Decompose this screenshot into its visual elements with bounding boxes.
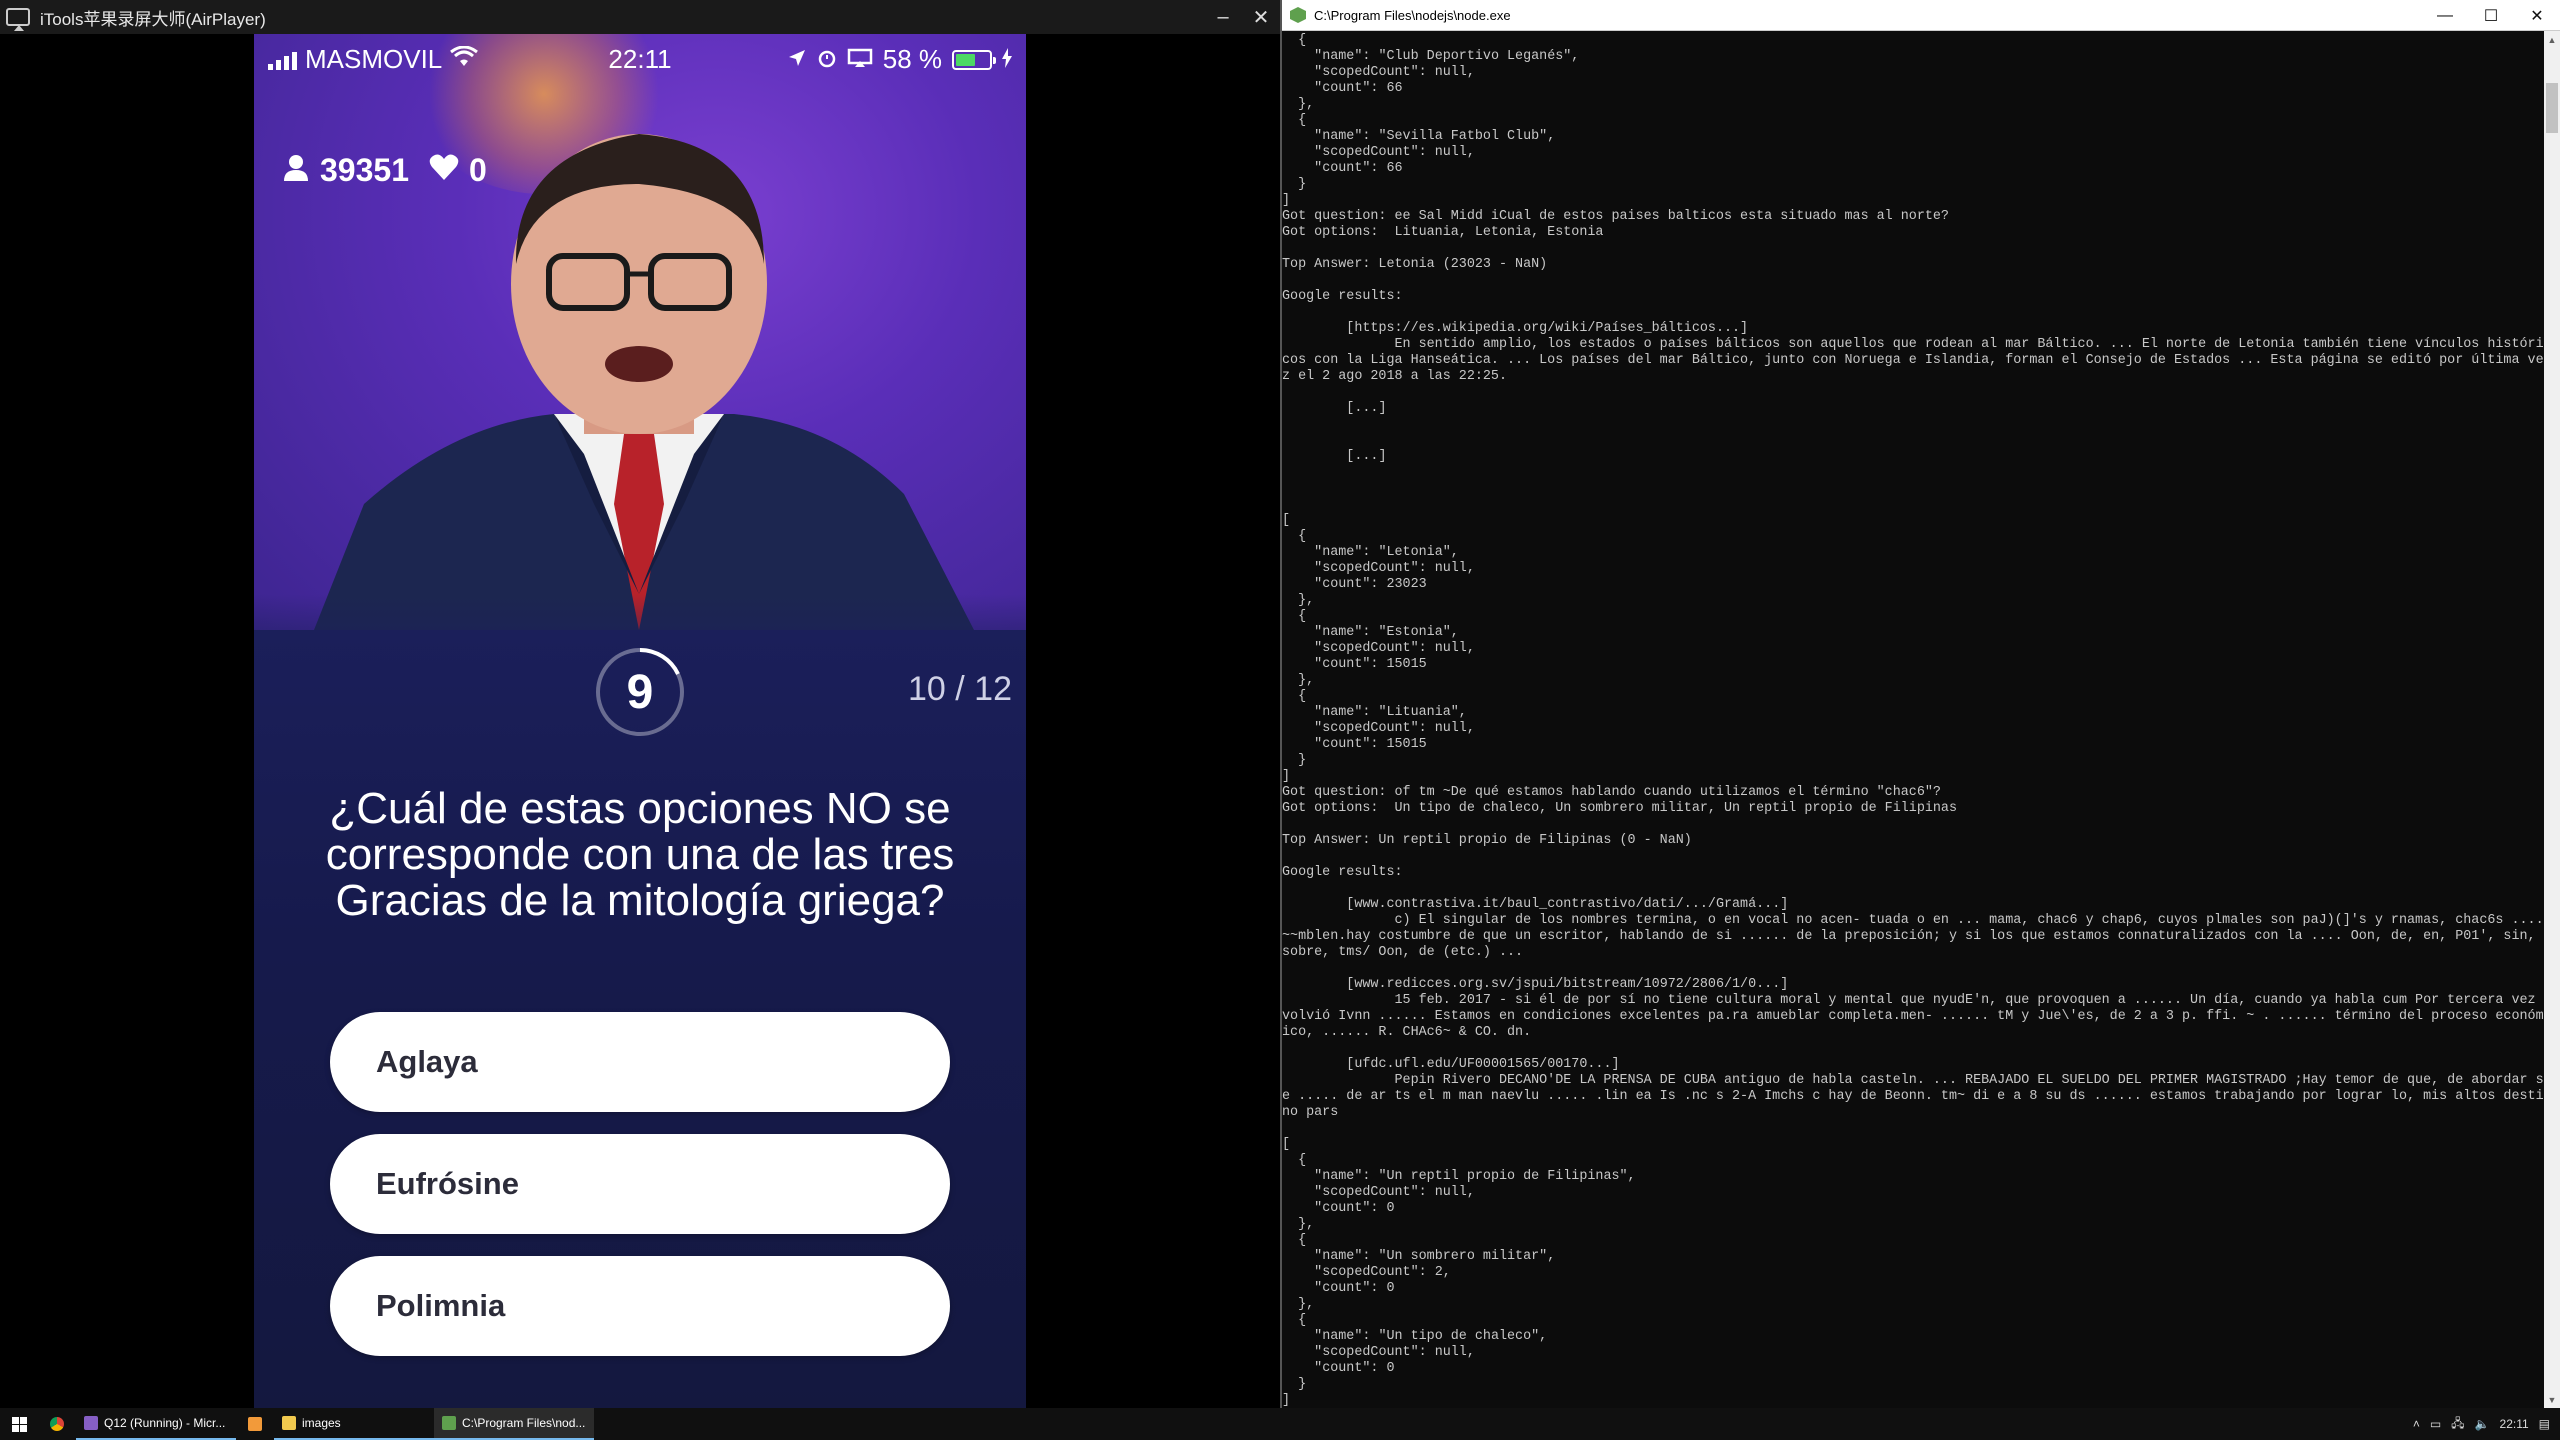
heart-icon: [429, 152, 459, 189]
console-titlebar[interactable]: C:\Program Files\nodejs\node.exe — ☐ ✕: [1282, 0, 2560, 31]
scroll-down-icon[interactable]: ▼: [2544, 1391, 2560, 1408]
players-count: 39351: [320, 152, 409, 188]
taskbar-node-console[interactable]: C:\Program Files\nod...: [434, 1408, 594, 1440]
host-video: [254, 34, 1026, 630]
minimize-button[interactable]: —: [2422, 0, 2468, 31]
ios-status-bar: MASMOVIL 22:11 58 %: [254, 34, 1026, 84]
console-output-area[interactable]: { "name": "Club Deportivo Leganés", "sco…: [1282, 31, 2544, 1408]
taskbar-visual-studio[interactable]: Q12 (Running) - Micr...: [76, 1408, 236, 1440]
taskbar-label: C:\Program Files\nod...: [462, 1416, 586, 1430]
taskbar-label: images: [302, 1416, 341, 1430]
console-output: { "name": "Club Deportivo Leganés", "sco…: [1282, 33, 2544, 1408]
chevron-up-icon[interactable]: ˄: [2413, 1417, 2420, 1431]
alarm-icon: [817, 44, 837, 75]
host-figure: [314, 134, 974, 630]
chrome-icon: [50, 1417, 64, 1431]
airplayer-window: iTools苹果录屏大师(AirPlayer) – ✕ MASMOVIL 22:…: [0, 0, 1280, 1408]
console-title: C:\Program Files\nodejs\node.exe: [1314, 7, 1511, 23]
start-button[interactable]: [0, 1408, 38, 1440]
visual-studio-icon: [84, 1416, 98, 1430]
players-icon: [282, 152, 310, 189]
screen-mirroring-icon: [847, 44, 873, 75]
node-console-window: C:\Program Files\nodejs\node.exe — ☐ ✕ {…: [1280, 0, 2560, 1408]
nodejs-icon: [1290, 7, 1306, 23]
answer-option-2[interactable]: Eufrósine: [330, 1134, 950, 1234]
charging-icon: [1002, 44, 1012, 75]
volume-icon[interactable]: 🔈: [2475, 1417, 2490, 1431]
console-scrollbar[interactable]: ▲ ▼: [2544, 31, 2560, 1408]
folder-icon: [282, 1416, 296, 1430]
taskbar-sublime[interactable]: [236, 1408, 274, 1440]
scroll-thumb[interactable]: [2546, 83, 2558, 133]
question-progress: 10 / 12: [908, 670, 1012, 708]
battery-percent: 58 %: [882, 44, 942, 74]
phone-screen: MASMOVIL 22:11 58 % 39351 0 9 10 / 12 ¿C…: [254, 34, 1026, 1408]
airplayer-titlebar[interactable]: iTools苹果录屏大师(AirPlayer) – ✕: [0, 0, 1280, 34]
answer-option-1[interactable]: Aglaya: [330, 1012, 950, 1112]
answer-option-3[interactable]: Polimnia: [330, 1256, 950, 1356]
lives-count: 0: [468, 152, 487, 188]
system-tray: ˄ ▭ 🖧 🔈 22:11 ▤: [2413, 1408, 2560, 1440]
airplay-icon: [6, 8, 30, 31]
taskbar-label: Q12 (Running) - Micr...: [104, 1416, 226, 1430]
taskbar-images-folder[interactable]: images: [274, 1408, 434, 1440]
countdown-timer: 9: [596, 648, 684, 736]
tablet-icon[interactable]: ▭: [2430, 1417, 2441, 1431]
clock[interactable]: 22:11: [2500, 1417, 2529, 1431]
minimize-button[interactable]: –: [1204, 0, 1242, 34]
battery-icon: [952, 49, 996, 70]
scroll-up-icon[interactable]: ▲: [2544, 31, 2560, 48]
maximize-button[interactable]: ☐: [2468, 0, 2514, 31]
location-icon: [787, 44, 807, 75]
airplayer-title: iTools苹果录屏大师(AirPlayer): [40, 9, 266, 29]
game-stats: 39351 0: [282, 152, 487, 189]
timer-ring-icon: [639, 648, 680, 675]
close-button[interactable]: ✕: [1242, 0, 1280, 34]
network-icon[interactable]: 🖧: [2451, 1414, 2464, 1435]
windows-taskbar: Q12 (Running) - Micr... images C:\Progra…: [0, 1408, 2560, 1440]
close-button[interactable]: ✕: [2514, 0, 2560, 31]
notifications-icon[interactable]: ▤: [2539, 1417, 2550, 1431]
nodejs-icon: [442, 1416, 456, 1430]
taskbar-chrome[interactable]: [38, 1408, 76, 1440]
sublime-icon: [248, 1417, 262, 1431]
question-text: ¿Cuál de estas opciones NO se correspond…: [325, 784, 955, 925]
windows-logo-icon: [11, 1416, 27, 1432]
